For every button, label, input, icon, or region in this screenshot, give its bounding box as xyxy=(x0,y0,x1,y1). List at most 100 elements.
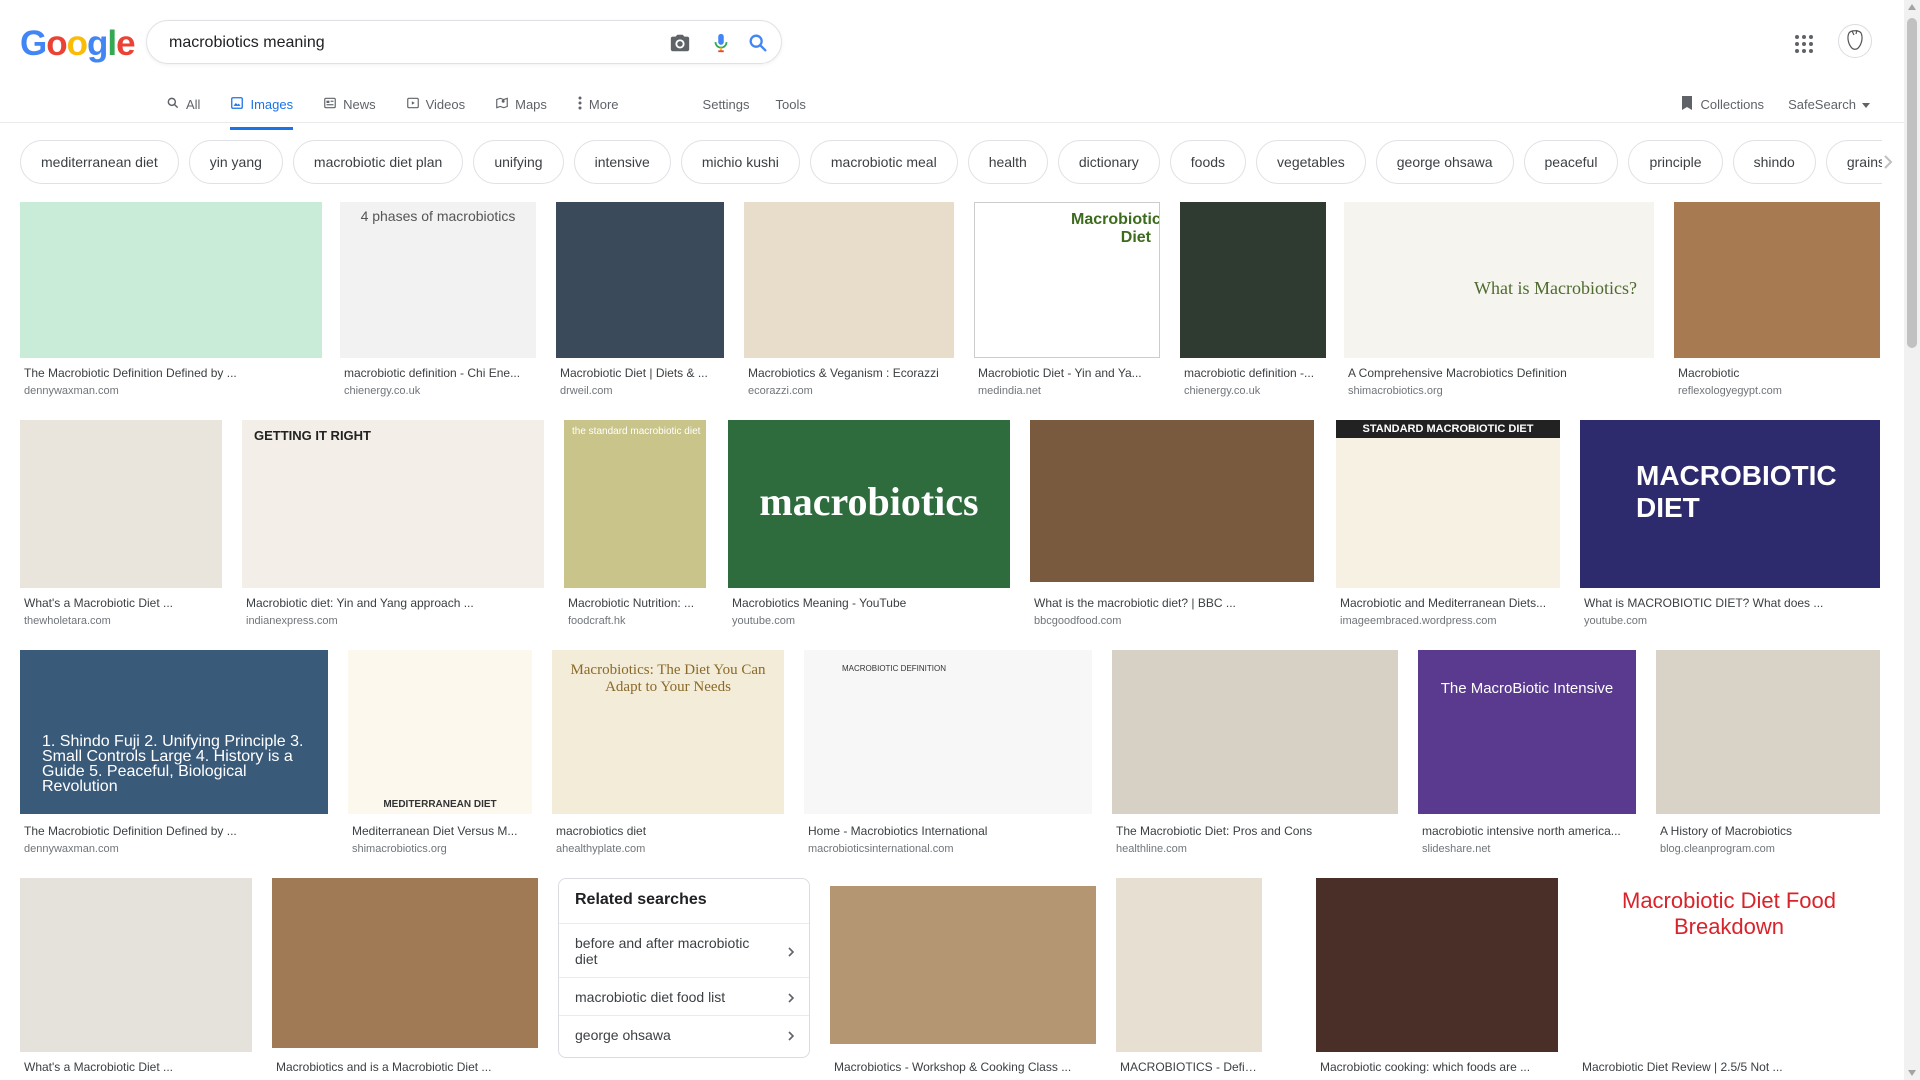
chip[interactable]: dictionary xyxy=(1057,140,1160,184)
result-image[interactable] xyxy=(20,420,222,588)
result-image[interactable] xyxy=(1656,650,1880,814)
result-source[interactable]: slideshare.net xyxy=(1422,843,1491,855)
result-image[interactable] xyxy=(1316,878,1558,1052)
result-image[interactable] xyxy=(1116,878,1262,1052)
chip[interactable]: yin yang xyxy=(188,140,283,184)
image-result[interactable]: the standard macrobiotic diet Macrobioti… xyxy=(564,420,706,630)
tab-more[interactable]: More xyxy=(577,88,631,120)
related-search-item[interactable]: before and after macrobiotic diet xyxy=(559,923,809,978)
result-image[interactable] xyxy=(1112,650,1398,814)
result-image[interactable] xyxy=(1180,202,1326,358)
result-title[interactable]: Macrobiotic Diet Review | 2.5/5 Not ... xyxy=(1582,1060,1878,1074)
image-result[interactable]: MACROBIOTIC DIET What is MACROBIOTIC DIE… xyxy=(1580,420,1880,630)
result-title[interactable]: Macrobiotics - Workshop & Cooking Class … xyxy=(834,1060,1094,1074)
result-image[interactable] xyxy=(1030,420,1314,582)
result-title[interactable]: macrobiotic definition -... xyxy=(1184,366,1324,380)
scroll-down-arrow-icon[interactable] xyxy=(1908,1070,1916,1076)
result-title[interactable]: Macrobiotic and Mediterranean Diets... xyxy=(1340,596,1558,610)
image-result[interactable]: 1. Shindo Fuji 2. Unifying Principle 3. … xyxy=(20,650,328,860)
result-title[interactable]: What's a Macrobiotic Diet ... xyxy=(24,596,220,610)
image-result[interactable]: Macrobiotics - Workshop & Cooking Class … xyxy=(830,886,1096,1074)
result-title[interactable]: The Macrobiotic Diet: Pros and Cons xyxy=(1116,824,1396,838)
chip[interactable]: peaceful xyxy=(1523,140,1619,184)
chip[interactable]: principle xyxy=(1628,140,1723,184)
tab-all[interactable]: All xyxy=(166,88,212,120)
image-result[interactable]: Macrobiotic Diet Food Breakdown Macrobio… xyxy=(1578,878,1880,1074)
result-title[interactable]: Mediterranean Diet Versus M... xyxy=(352,824,530,838)
image-result[interactable]: 4 phases of macrobiotics macrobiotic def… xyxy=(340,202,536,402)
tools-link[interactable]: Tools xyxy=(776,97,806,112)
image-result[interactable]: What is the macrobiotic diet? | BBC ... … xyxy=(1030,420,1314,630)
chip[interactable]: grains xyxy=(1825,140,1882,184)
result-source[interactable]: drweil.com xyxy=(560,385,613,397)
result-title[interactable]: Macrobiotic diet: Yin and Yang approach … xyxy=(246,596,542,610)
image-result[interactable]: Macrobiotic cooking: which foods are ... xyxy=(1316,878,1558,1074)
result-title[interactable]: Macrobiotic Diet - Yin and Ya... xyxy=(978,366,1158,380)
apps-grid-icon[interactable] xyxy=(1794,34,1814,54)
result-source[interactable]: dennywaxman.com xyxy=(24,843,119,855)
safesearch-dropdown[interactable]: SafeSearch xyxy=(1788,97,1870,112)
image-result[interactable]: Macrobiotic Diet | Diets & ... drweil.co… xyxy=(556,202,724,402)
result-title[interactable]: Macrobiotic cooking: which foods are ... xyxy=(1320,1060,1556,1074)
image-result[interactable]: GETTING IT RIGHT Macrobiotic diet: Yin a… xyxy=(242,420,544,630)
result-image[interactable]: MEDITERRANEAN DIET xyxy=(348,650,532,814)
result-title[interactable]: A History of Macrobiotics xyxy=(1660,824,1878,838)
search-input[interactable] xyxy=(167,31,651,55)
scrollbar-thumb[interactable] xyxy=(1907,18,1917,348)
result-title[interactable]: What's a Macrobiotic Diet ... xyxy=(24,1060,250,1074)
result-image[interactable] xyxy=(556,202,724,358)
result-image[interactable]: GETTING IT RIGHT xyxy=(242,420,544,588)
page-scrollbar[interactable] xyxy=(1904,0,1920,1080)
image-result[interactable]: STANDARD MACROBIOTIC DIET Macrobiotic an… xyxy=(1336,420,1560,630)
image-result[interactable]: What's a Macrobiotic Diet ... xyxy=(20,878,252,1074)
result-title[interactable]: What is the macrobiotic diet? | BBC ... xyxy=(1034,596,1312,610)
result-image[interactable] xyxy=(272,878,538,1048)
result-title[interactable]: Macrobiotic Diet | Diets & ... xyxy=(560,366,722,380)
result-image[interactable] xyxy=(744,202,954,358)
chip[interactable]: macrobiotic meal xyxy=(809,140,958,184)
tab-maps[interactable]: Maps xyxy=(495,88,559,120)
result-title[interactable]: A Comprehensive Macrobiotics Definition xyxy=(1348,366,1652,380)
result-image[interactable] xyxy=(20,202,322,358)
image-result[interactable]: macrobiotic definition -... chienergy.co… xyxy=(1180,202,1326,402)
collections-link[interactable]: Collections xyxy=(1680,95,1764,114)
result-image[interactable] xyxy=(1674,202,1880,358)
result-source[interactable]: indianexpress.com xyxy=(246,615,338,627)
chip[interactable]: macrobiotic diet plan xyxy=(292,140,464,184)
result-image[interactable]: STANDARD MACROBIOTIC DIET xyxy=(1336,420,1560,588)
image-result[interactable]: macrobiotics Macrobiotics Meaning - YouT… xyxy=(728,420,1010,630)
chip[interactable]: michio kushi xyxy=(680,140,800,184)
result-image[interactable]: macrobiotics xyxy=(728,420,1010,588)
image-result[interactable]: Macrobiotics & Veganism : Ecorazzi ecora… xyxy=(744,202,954,402)
chevron-right-icon[interactable] xyxy=(1878,152,1898,172)
image-result[interactable]: Macrobiotic reflexologyegypt.com xyxy=(1674,202,1880,402)
result-source[interactable]: thewholetara.com xyxy=(24,615,111,627)
result-source[interactable]: chienergy.co.uk xyxy=(1184,385,1260,397)
camera-icon[interactable] xyxy=(669,32,691,54)
result-title[interactable]: macrobiotic definition - Chi Ene... xyxy=(344,366,534,380)
result-title[interactable]: What is MACROBIOTIC DIET? What does ... xyxy=(1584,596,1878,610)
result-source[interactable]: ahealthyplate.com xyxy=(556,843,645,855)
image-result[interactable]: What's a Macrobiotic Diet ... thewholeta… xyxy=(20,420,222,630)
result-title[interactable]: Macrobiotics & Veganism : Ecorazzi xyxy=(748,366,952,380)
result-source[interactable]: ecorazzi.com xyxy=(748,385,813,397)
result-title[interactable]: The Macrobiotic Definition Defined by ..… xyxy=(24,366,320,380)
result-source[interactable]: imageembraced.wordpress.com xyxy=(1340,615,1497,627)
avatar[interactable] xyxy=(1838,24,1872,58)
result-source[interactable]: dennywaxman.com xyxy=(24,385,119,397)
tab-videos[interactable]: Videos xyxy=(406,88,478,120)
result-image[interactable]: the standard macrobiotic diet xyxy=(564,420,706,588)
image-result[interactable]: The MacroBiotic Intensive macrobiotic in… xyxy=(1418,650,1636,860)
image-result[interactable]: Macrobiotics: The Diet You Can Adapt to … xyxy=(552,650,784,860)
result-source[interactable]: chienergy.co.uk xyxy=(344,385,420,397)
result-source[interactable]: blog.cleanprogram.com xyxy=(1660,843,1775,855)
search-box[interactable] xyxy=(146,20,782,64)
result-image[interactable]: Macrobiotics: The Diet You Can Adapt to … xyxy=(552,650,784,814)
result-title[interactable]: MACROBIOTICS - Definition... xyxy=(1120,1060,1260,1074)
image-result[interactable]: What is Macrobiotics? A Comprehensive Ma… xyxy=(1344,202,1654,402)
result-title[interactable]: Home - Macrobiotics International xyxy=(808,824,1090,838)
related-search-item[interactable]: macrobiotic diet food list xyxy=(559,977,809,1016)
result-title[interactable]: macrobiotics diet xyxy=(556,824,782,838)
tab-news[interactable]: News xyxy=(323,88,388,120)
search-icon[interactable] xyxy=(747,32,769,54)
